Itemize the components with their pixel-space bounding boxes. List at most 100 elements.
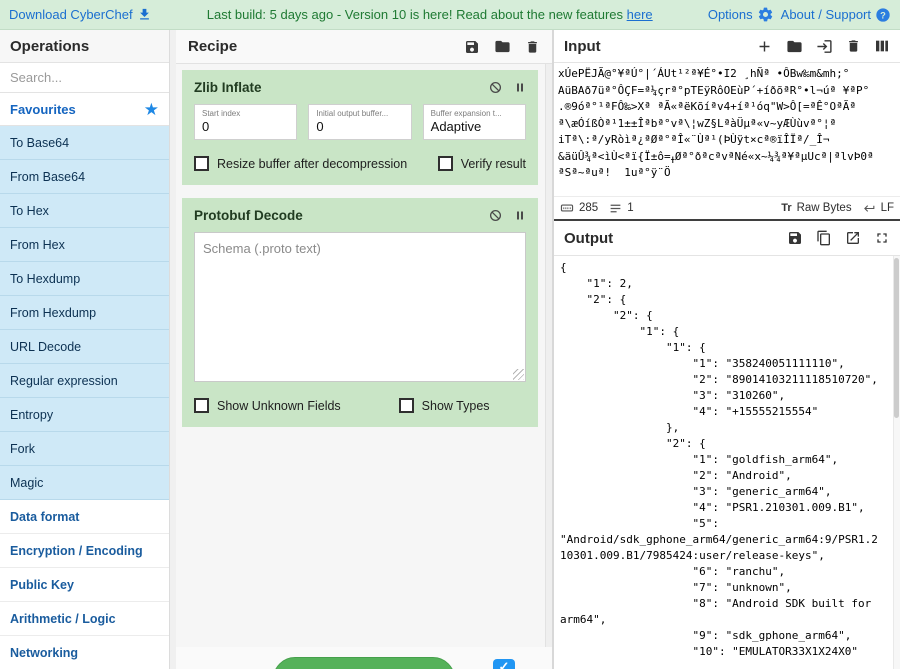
output-text: { "1": 2, "2": { "2": { "1": { "1": { "1… <box>554 256 893 669</box>
field-initial-output-buffer[interactable]: Initial output buffer... 0 <box>308 104 411 140</box>
operations-panel: Operations Favourites ★ To Base64 From B… <box>0 30 170 669</box>
bake-area: ✓ <box>176 647 552 669</box>
character-encoding-value[interactable]: Raw Bytes <box>797 202 852 214</box>
char-count-value: 285 <box>579 202 598 214</box>
checkbox-show-unknown-fields[interactable]: Show Unknown Fields <box>194 398 341 413</box>
open-folder-icon[interactable] <box>786 38 803 55</box>
copy-output-icon[interactable] <box>816 230 832 246</box>
breakpoint-pause-icon[interactable] <box>514 81 526 94</box>
clear-input-trash-icon[interactable] <box>846 38 861 54</box>
help-icon: ? <box>875 7 891 23</box>
top-banner: Download CyberChef Last build: 5 days ag… <box>0 0 900 30</box>
char-count-icon <box>560 201 574 215</box>
field-start-index-value: 0 <box>202 119 289 134</box>
gear-icon <box>757 6 774 23</box>
open-file-as-input-icon[interactable] <box>816 38 833 55</box>
recipe-header: Recipe <box>176 30 552 64</box>
checkbox-show-types[interactable]: Show Types <box>399 398 490 413</box>
checkbox-verify-result[interactable]: Verify result <box>438 156 526 171</box>
checkbox-show-types-box[interactable] <box>399 398 414 413</box>
field-buffer-expansion-value: Adaptive <box>431 119 518 134</box>
line-count-icon <box>609 202 622 215</box>
recipe-scrollbar[interactable] <box>545 64 552 647</box>
load-recipe-folder-icon[interactable] <box>494 38 511 55</box>
search-input[interactable] <box>10 70 159 85</box>
save-output-icon[interactable] <box>787 230 803 246</box>
eol-value[interactable]: LF <box>881 202 894 214</box>
about-label: About / Support <box>781 7 871 22</box>
op-card-protobuf-decode[interactable]: Protobuf Decode <box>182 198 538 427</box>
sidebar-op-to-hex[interactable]: To Hex <box>0 194 169 228</box>
output-header: Output <box>554 221 900 256</box>
save-recipe-icon[interactable] <box>464 39 480 55</box>
sidebar-op-entropy[interactable]: Entropy <box>0 398 169 432</box>
maximize-output-icon[interactable] <box>874 230 890 246</box>
checkbox-resize-buffer[interactable]: Resize buffer after decompression <box>194 156 407 171</box>
character-encoding-icon: Tr <box>781 202 791 214</box>
build-banner-text: Last build: 5 days ago - Version 10 is h… <box>160 7 700 22</box>
sidebar-op-to-hexdump[interactable]: To Hexdump <box>0 262 169 296</box>
io-panel: Input xÚePËJÃ@°¥ªÚ°|´ÁUt¹²ª¥É°•I2 ¸hÑª •… <box>554 30 900 669</box>
sidebar-op-regular-expression[interactable]: Regular expression <box>0 364 169 398</box>
disable-op-icon[interactable] <box>489 209 502 222</box>
sidebar-op-from-base64[interactable]: From Base64 <box>0 160 169 194</box>
category-encryption-encoding[interactable]: Encryption / Encoding <box>0 534 169 568</box>
banner-right-links: Options About / Support ? <box>708 6 891 23</box>
field-buffer-expansion-label: Buffer expansion t... <box>431 109 518 118</box>
star-icon[interactable]: ★ <box>144 101 159 118</box>
input-tabs-grid-icon[interactable] <box>874 38 890 54</box>
category-data-format[interactable]: Data format <box>0 500 169 534</box>
input-title: Input <box>564 38 601 55</box>
field-start-index[interactable]: Start index 0 <box>194 104 297 140</box>
about-support-link[interactable]: About / Support ? <box>781 7 891 23</box>
clear-recipe-trash-icon[interactable] <box>525 39 540 55</box>
field-buffer-expansion-select[interactable]: Buffer expansion t... Adaptive <box>423 104 526 140</box>
auto-bake-checkbox[interactable]: ✓ <box>493 659 515 669</box>
open-output-in-new-tab-icon[interactable] <box>845 230 861 246</box>
output-scrollbar[interactable] <box>893 256 900 669</box>
disable-op-icon[interactable] <box>489 81 502 94</box>
sidebar-op-to-base64[interactable]: To Base64 <box>0 126 169 160</box>
field-start-index-label: Start index <box>202 109 289 118</box>
build-link[interactable]: here <box>627 7 653 22</box>
input-textarea[interactable]: xÚePËJÃ@°¥ªÚ°|´ÁUt¹²ª¥É°•I2 ¸hÑª •ÔBw‰m&… <box>554 63 900 196</box>
operations-title: Operations <box>0 30 169 63</box>
op-card-zlib-inflate[interactable]: Zlib Inflate Start index 0 <box>182 70 538 185</box>
checkbox-show-unknown-fields-box[interactable] <box>194 398 209 413</box>
recipe-title: Recipe <box>188 38 237 55</box>
sidebar-op-url-decode[interactable]: URL Decode <box>0 330 169 364</box>
output-scrollbar-thumb[interactable] <box>894 258 899 418</box>
checkbox-show-types-label: Show Types <box>422 399 490 413</box>
sidebar-op-magic[interactable]: Magic <box>0 466 169 500</box>
build-message: Last build: 5 days ago - Version 10 is h… <box>207 7 627 22</box>
checkbox-verify-result-box[interactable] <box>438 156 453 171</box>
checkbox-verify-result-label: Verify result <box>461 157 526 171</box>
breakpoint-pause-icon[interactable] <box>514 209 526 222</box>
category-networking[interactable]: Networking <box>0 636 169 669</box>
sidebar-op-fork[interactable]: Fork <box>0 432 169 466</box>
auto-bake-check-glyph: ✓ <box>499 659 510 669</box>
recipe-list: Zlib Inflate Start index 0 <box>176 64 552 647</box>
download-cyberchef-link[interactable]: Download CyberChef <box>9 7 152 22</box>
checkbox-resize-buffer-box[interactable] <box>194 156 209 171</box>
schema-textarea[interactable] <box>194 232 526 382</box>
add-input-tab-icon[interactable] <box>756 38 773 55</box>
download-icon <box>137 7 152 22</box>
download-link-label: Download CyberChef <box>9 7 133 22</box>
input-status-bar: 285 1 Tr Raw Bytes LF <box>554 196 900 221</box>
category-public-key[interactable]: Public Key <box>0 568 169 602</box>
operations-search-row <box>0 63 169 93</box>
bake-button[interactable] <box>273 657 455 669</box>
options-label: Options <box>708 7 753 22</box>
category-arithmetic-logic[interactable]: Arithmetic / Logic <box>0 602 169 636</box>
textarea-resize-grip[interactable] <box>513 369 524 380</box>
favourites-header[interactable]: Favourites ★ <box>0 93 169 126</box>
eol-return-arrow-icon <box>863 202 876 215</box>
sidebar-op-from-hex[interactable]: From Hex <box>0 228 169 262</box>
output-title: Output <box>564 230 613 247</box>
checkbox-show-unknown-fields-label: Show Unknown Fields <box>217 399 341 413</box>
options-link[interactable]: Options <box>708 6 774 23</box>
sidebar-op-from-hexdump[interactable]: From Hexdump <box>0 296 169 330</box>
field-initial-output-buffer-label: Initial output buffer... <box>316 109 403 118</box>
checkbox-resize-buffer-label: Resize buffer after decompression <box>217 157 407 171</box>
